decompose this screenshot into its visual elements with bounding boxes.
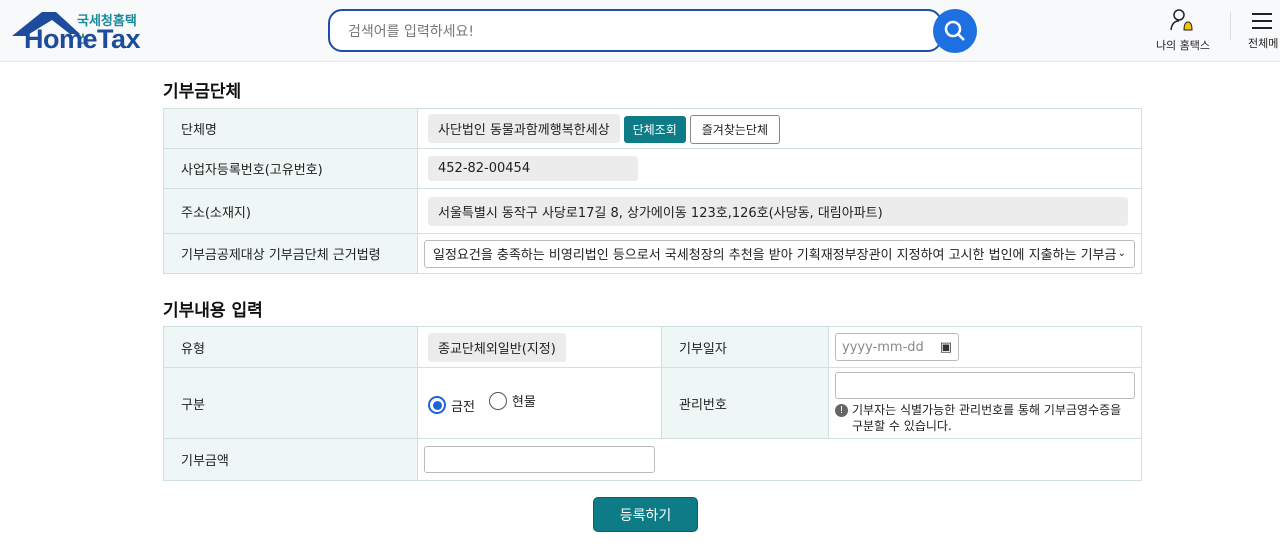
bizno-row: 사업자등록번호(고유번호) 452-82-00454 (163, 148, 1142, 189)
org-name-value: 사단법인 동물과함께행복한세상 (428, 113, 620, 143)
user-bell-icon (1170, 9, 1193, 31)
radio-goods[interactable]: 현물 (488, 391, 536, 411)
hometax-logo[interactable]: 국세청홈택스 HomeTax (12, 8, 147, 54)
type-value: 종교단체외일반(지정) (428, 332, 566, 362)
mgmt-label: 관리번호 (661, 367, 829, 439)
org-name-row: 단체명 사단법인 동물과함께행복한세상 단체조회 즐겨찾는단체 (163, 108, 1142, 149)
amount-row: 기부금액 (163, 438, 1142, 481)
menu-icon (1252, 13, 1272, 29)
radio-goods-circle[interactable] (488, 391, 507, 410)
kind-label: 구분 (163, 367, 418, 439)
logo-title: HomeTax (24, 24, 141, 54)
search-input[interactable]: 검색어를 입력하세요! (328, 9, 942, 52)
org-name-label: 단체명 (163, 108, 418, 149)
amount-input[interactable] (424, 446, 655, 473)
kind-row: 구분 금전 현물 관리번호 ! 기부자는 식별가능한 관리번호를 통해 기부금영수증… (163, 367, 1142, 439)
radio-goods-label: 현물 (511, 395, 536, 411)
bizno-value: 452-82-00454 (428, 156, 638, 181)
divider (1230, 12, 1231, 40)
law-select[interactable]: 일정요건을 충족하는 비영리법인 등으로서 국세청장의 추천을 받아 기획재정부… (424, 239, 1135, 268)
search-placeholder: 검색어를 입력하세요! (348, 23, 474, 40)
law-row: 기부금공제대상 기부금단체 근거법령 일정요건을 충족하는 비영리법인 등으로서… (163, 233, 1142, 274)
bizno-label: 사업자등록번호(고유번호) (163, 148, 418, 189)
type-label: 유형 (163, 326, 418, 368)
org-section-title: 기부금단체 (163, 82, 242, 102)
info-icon: ! (835, 404, 848, 417)
mgmt-note-text: 기부자는 식별가능한 관리번호를 통해 기부금영수증을 구분할 수 있습니다. (852, 403, 1122, 433)
amount-label: 기부금액 (163, 438, 418, 481)
header: 국세청홈택스 HomeTax 검색어를 입력하세요! 나의 홈택스 전체메 (0, 0, 1280, 62)
all-menu-button[interactable]: 전체메 (1248, 8, 1278, 51)
address-label: 주소(소재지) (163, 188, 418, 234)
chevron-down-icon: ⌄ (1117, 248, 1126, 259)
mgmt-note: ! 기부자는 식별가능한 관리번호를 통해 기부금영수증을 구분할 수 있습니다. (835, 402, 1135, 434)
org-table: 단체명 사단법인 동물과함께행복한세상 단체조회 즐겨찾는단체 사업자등록번호(고유… (163, 108, 1142, 274)
donation-section-title: 기부내용 입력 (163, 301, 263, 321)
date-input[interactable]: yyyy-mm-dd ▣ (835, 333, 959, 361)
type-row: 유형 종교단체외일반(지정) 기부일자 yyyy-mm-dd ▣ (163, 326, 1142, 368)
my-hometax-button[interactable]: 나의 홈택스 (1150, 8, 1216, 53)
date-placeholder: yyyy-mm-dd (842, 339, 924, 355)
donation-table: 유형 종교단체외일반(지정) 기부일자 yyyy-mm-dd ▣ 구분 금전 현물 … (163, 326, 1142, 481)
radio-cash-circle[interactable] (428, 396, 446, 415)
radio-cash-label: 금전 (451, 399, 475, 415)
org-search-button[interactable]: 단체조회 (623, 115, 686, 143)
address-value: 서울특별시 동작구 사당로17길 8, 상가에이동 123호,126호(사당동,… (428, 196, 1128, 226)
all-menu-label: 전체메 (1248, 37, 1279, 50)
date-label: 기부일자 (661, 326, 829, 368)
mgmt-input[interactable] (835, 372, 1135, 399)
submit-button[interactable]: 등록하기 (593, 497, 698, 532)
my-hometax-label: 나의 홈택스 (1155, 39, 1211, 52)
law-value: 일정요건을 충족하는 비영리법인 등으로서 국세청장의 추천을 받아 기획재정부… (433, 248, 1117, 263)
calendar-icon[interactable]: ▣ (940, 340, 952, 355)
address-row: 주소(소재지) 서울특별시 동작구 사당로17길 8, 상가에이동 123호,1… (163, 188, 1142, 234)
search-button[interactable] (933, 9, 977, 53)
search-icon (944, 20, 965, 41)
favorite-org-button[interactable]: 즐겨찾는단체 (689, 114, 780, 144)
law-label: 기부금공제대상 기부금단체 근거법령 (163, 233, 418, 274)
radio-cash[interactable]: 금전 (428, 396, 475, 415)
